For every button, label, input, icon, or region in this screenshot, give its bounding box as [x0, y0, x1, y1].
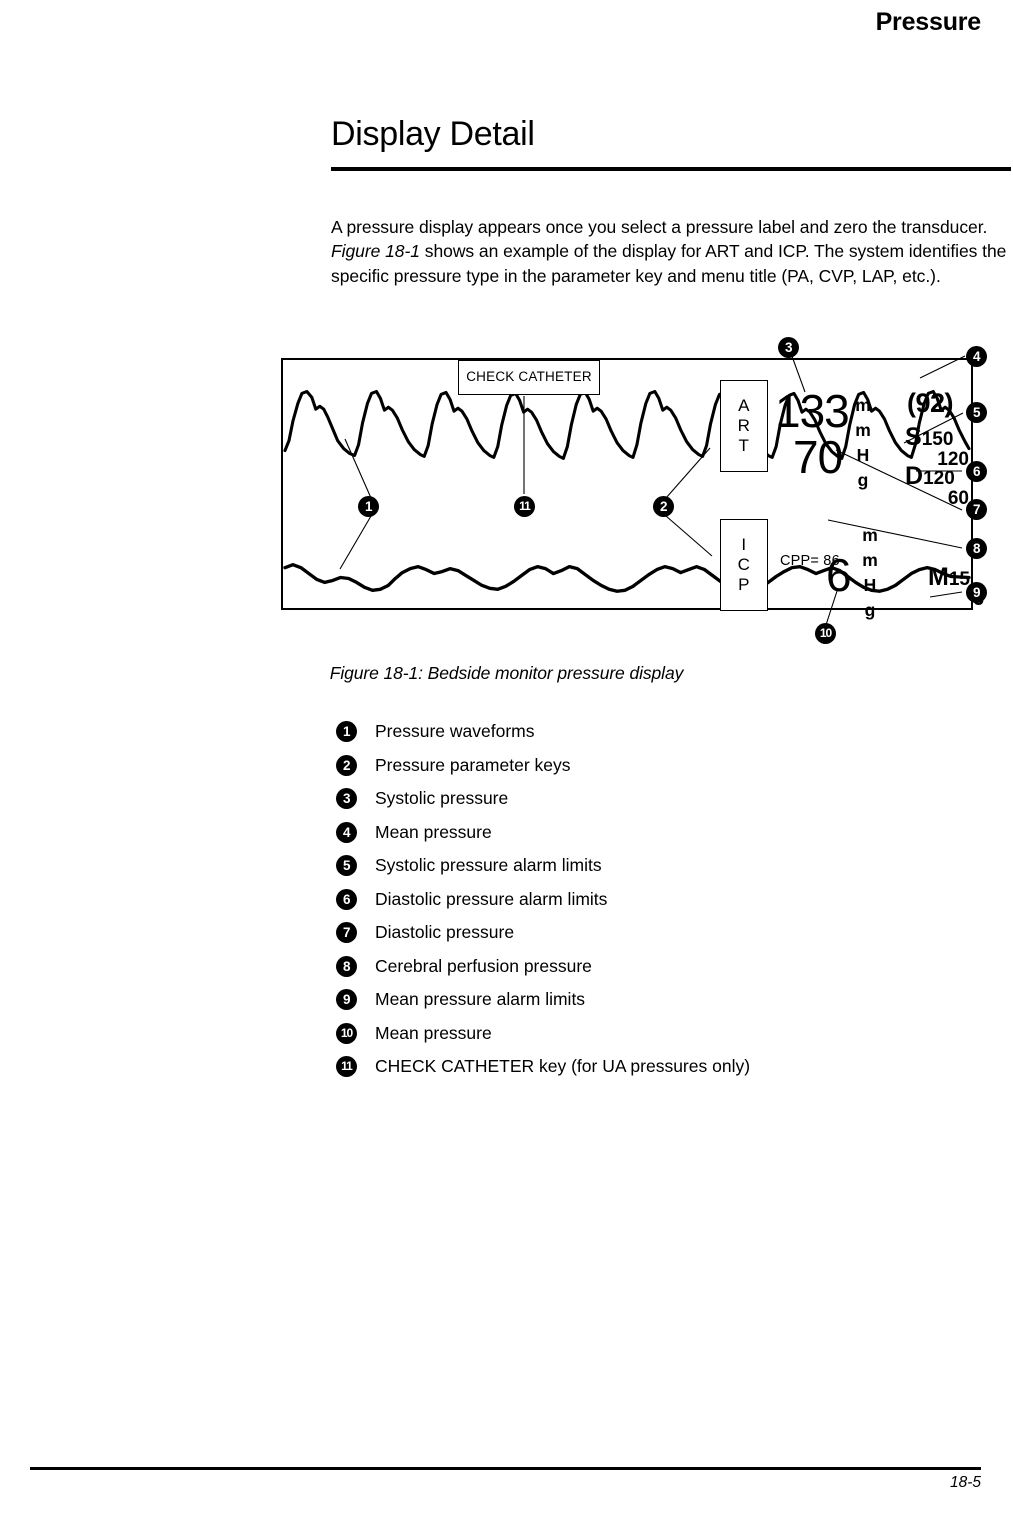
figure-reference: Figure 18-1: [331, 241, 420, 261]
page-number: 18-5: [949, 1474, 981, 1491]
legend-label-7: Diastolic pressure: [375, 922, 515, 942]
param-key-icp-letter-1: I: [741, 535, 747, 554]
callout-bullet-9[interactable]: 9: [966, 582, 987, 603]
intro-paragraph: A pressure display appears once you sele…: [331, 215, 1007, 289]
legend-label-9: Mean pressure alarm limits: [375, 989, 586, 1009]
legend-bullet-3: 3: [336, 788, 357, 809]
figure-caption: Figure 18-1: Bedside monitor pressure di…: [329, 663, 684, 683]
figure-18-1: CHECK CATHETER A R T I C P 133 70 m m H …: [0, 320, 1013, 650]
mean-alarm-letter: M: [928, 563, 949, 591]
art-unit-char-2: m: [855, 420, 871, 440]
param-key-icp-letter-3: P: [738, 575, 750, 594]
art-unit-char-1: m: [855, 395, 871, 415]
legend-bullet-2: 2: [336, 754, 357, 776]
running-header: Pressure: [875, 8, 982, 36]
param-key-art-letter-1: A: [738, 396, 750, 415]
legend-label-1: Pressure waveforms: [375, 721, 535, 741]
icp-unit-char-1: m: [862, 525, 878, 545]
art-unit-char-4: g: [857, 470, 869, 490]
legend-label-11: CHECK CATHETER key (for UA pressures onl…: [375, 1056, 751, 1076]
param-key-art-letter-3: T: [738, 436, 750, 455]
systolic-alarm-high: 150: [921, 429, 954, 450]
callout-bullet-2[interactable]: 2: [653, 496, 674, 517]
art-unit-char-3: H: [856, 445, 870, 465]
check-catheter-key[interactable]: CHECK CATHETER: [458, 360, 600, 395]
bedside-monitor-screen: CHECK CATHETER A R T I C P 133 70 m m H …: [281, 358, 984, 620]
page-title: Display Detail: [331, 115, 535, 153]
callout-bullet-4[interactable]: 4: [966, 346, 987, 367]
legend-bullet-10: 10: [336, 1022, 357, 1044]
legend-label-4: Mean pressure: [375, 821, 492, 842]
param-key-art-letter-2: R: [737, 416, 751, 435]
footer-divider: [30, 1467, 981, 1470]
art-units-mmhg: m m H g: [855, 393, 871, 493]
systolic-pressure-value: 133: [775, 385, 850, 437]
legend-label-8: Cerebral perfusion pressure: [375, 955, 592, 976]
param-key-icp-letter-2: C: [737, 555, 751, 574]
icp-unit-char-3: H: [863, 575, 877, 595]
icp-unit-char-4: g: [864, 600, 876, 620]
legend-bullet-11: 11: [336, 1056, 357, 1077]
callout-bullet-3[interactable]: 3: [778, 337, 799, 358]
icp-mean-pressure-value: 6: [826, 549, 852, 601]
legend-label-5: Systolic pressure alarm limits: [375, 855, 602, 875]
legend-bullet-1: 1: [336, 721, 357, 742]
legend-label-2: Pressure parameter keys: [375, 754, 571, 775]
intro-text-part1: A pressure display appears once you sele…: [331, 216, 988, 237]
icp-units-mmhg: m m H g: [862, 523, 878, 623]
legend-bullet-8: 8: [336, 955, 357, 977]
callout-bullet-11[interactable]: 11: [514, 496, 535, 517]
parameter-key-icp[interactable]: I C P: [720, 519, 768, 611]
callout-bullet-5[interactable]: 5: [966, 402, 987, 423]
legend-label-6: Diastolic pressure alarm limits: [375, 888, 608, 909]
icp-unit-char-2: m: [862, 550, 878, 570]
legend-bullet-6: 6: [336, 888, 357, 910]
mean-pressure-value: (92): [907, 388, 954, 418]
legend-label-3: Systolic pressure: [375, 788, 509, 808]
diastolic-pressure-value: 70: [793, 431, 843, 483]
parameter-key-art[interactable]: A R T: [720, 380, 768, 472]
legend-label-10: Mean pressure: [375, 1022, 492, 1043]
diastolic-alarm-low: 60: [947, 488, 969, 509]
title-divider: [331, 167, 1011, 171]
legend-bullet-4: 4: [336, 821, 357, 843]
callout-bullet-7[interactable]: 7: [966, 499, 987, 520]
callout-bullet-10[interactable]: 10: [815, 623, 836, 644]
legend-bullet-5: 5: [336, 855, 357, 876]
legend-bullet-9: 9: [336, 989, 357, 1010]
diastolic-alarm-letter: D: [905, 462, 924, 490]
legend-bullet-7: 7: [336, 922, 357, 943]
callout-bullet-8[interactable]: 8: [966, 538, 987, 559]
diastolic-alarm-limits[interactable]: D120 60: [905, 462, 969, 509]
intro-text-part2: shows an example of the display for ART …: [331, 241, 1007, 286]
diastolic-alarm-high: 120: [923, 468, 955, 489]
callout-bullet-1[interactable]: 1: [358, 496, 379, 517]
callout-bullet-6[interactable]: 6: [966, 461, 987, 482]
systolic-alarm-letter: S: [905, 423, 922, 451]
